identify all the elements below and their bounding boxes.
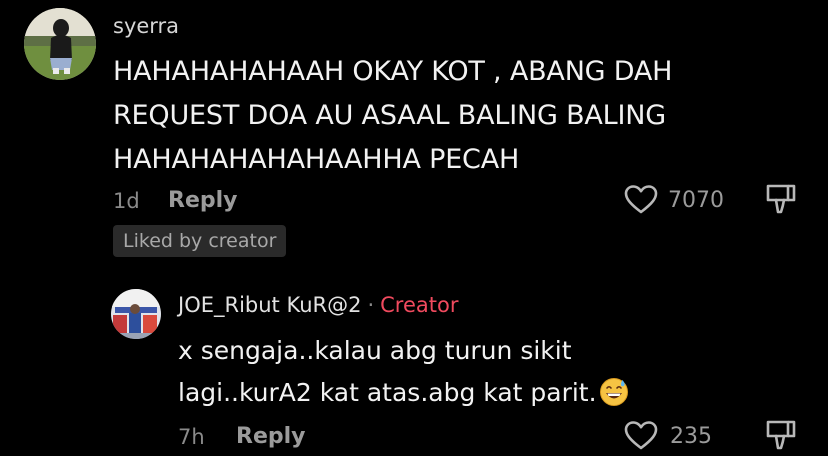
reply-username-line: JOE_Ribut KuR@2 · Creator (178, 293, 458, 317)
reply-timestamp: 7h (178, 425, 205, 449)
comment-timestamp: 1d (113, 189, 140, 213)
heart-outline-icon (624, 185, 658, 214)
comment-reply-button[interactable]: Reply (168, 188, 238, 213)
creator-separator: · (367, 293, 375, 317)
commenter-username[interactable]: syerra (113, 14, 179, 38)
reply-like-count: 235 (670, 424, 712, 449)
reply-avatar[interactable] (111, 289, 161, 339)
liked-by-creator-badge: Liked by creator (113, 225, 287, 257)
reply-text-body: x sengaja..kalau abg turun sikit lagi..k… (178, 336, 597, 407)
comment-dislike-button[interactable] (764, 182, 798, 216)
reply-like-button[interactable] (624, 420, 658, 452)
reply-reply-button[interactable]: Reply (236, 424, 306, 449)
heart-outline-icon (624, 421, 658, 450)
thumbs-down-outline-icon (766, 184, 796, 214)
reply-username[interactable]: JOE_Ribut KuR@2 (178, 293, 361, 317)
comment-text: HAHAHAHAHAAH OKAY KOT , ABANG DAH REQUES… (113, 56, 673, 175)
grinning-sweat-emoji-icon (599, 377, 629, 420)
comment-like-count: 7070 (668, 188, 724, 213)
comment-like-button[interactable] (624, 184, 658, 216)
reply-dislike-button[interactable] (764, 418, 798, 452)
thumbs-down-outline-icon (766, 420, 796, 450)
creator-label: Creator (380, 293, 459, 317)
commenter-avatar[interactable] (24, 8, 96, 80)
reply-text: x sengaja..kalau abg turun sikit lagi..k… (178, 330, 698, 420)
